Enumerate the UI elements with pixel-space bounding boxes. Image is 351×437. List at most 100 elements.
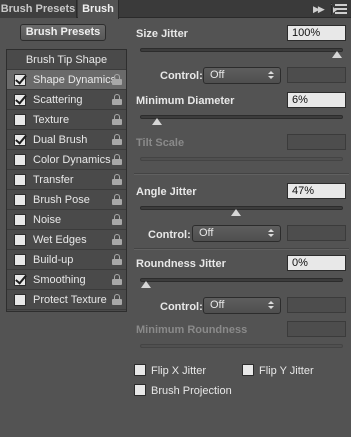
divider [134, 173, 349, 175]
list-item-scattering[interactable]: Scattering [7, 90, 126, 110]
list-item-transfer[interactable]: Transfer [7, 170, 126, 190]
transfer-checkbox[interactable] [14, 174, 26, 186]
list-item-build-up[interactable]: Build-up [7, 250, 126, 270]
list-item-shape-dynamics[interactable]: Shape Dynamics [7, 70, 126, 90]
panel-tab-bar: Brush Presets Brush ▶▶ [0, 0, 351, 19]
list-item-brush-tip-shape[interactable]: Brush Tip Shape [7, 50, 126, 70]
list-item-label: Protect Texture [33, 294, 107, 306]
list-item-label: Transfer [33, 174, 74, 186]
list-item-color-dynamics[interactable]: Color Dynamics [7, 150, 126, 170]
color-dynamics-checkbox[interactable] [14, 154, 26, 166]
angle-jitter-control-extra [287, 225, 346, 241]
minimum-diameter-field[interactable]: 6% [287, 92, 346, 108]
tab-brush-presets[interactable]: Brush Presets [0, 0, 77, 18]
roundness-jitter-control-label: Control: [160, 301, 203, 313]
texture-checkbox[interactable] [14, 114, 26, 126]
angle-jitter-control-select[interactable]: Off [192, 225, 281, 242]
dual-brush-checkbox[interactable] [14, 134, 26, 146]
list-item-label: Dual Brush [33, 134, 88, 146]
angle-jitter-control-label: Control: [148, 229, 191, 241]
angle-jitter-slider[interactable] [140, 206, 343, 216]
list-item-label: Scattering [33, 94, 83, 106]
minimum-diameter-label: Minimum Diameter [136, 95, 235, 107]
minimum-roundness-slider [140, 344, 343, 348]
brush-projection-checkbox[interactable] [134, 384, 146, 396]
flip-y-jitter-label[interactable]: Flip Y Jitter [259, 365, 314, 377]
panel-menu-icon[interactable] [333, 4, 347, 14]
noise-checkbox[interactable] [14, 214, 26, 226]
build-up-checkbox[interactable] [14, 254, 26, 266]
lock-icon[interactable] [112, 114, 122, 125]
lock-icon[interactable] [112, 194, 122, 205]
brush-projection-label[interactable]: Brush Projection [151, 385, 232, 397]
divider [134, 248, 349, 250]
lock-icon[interactable] [112, 74, 122, 85]
roundness-jitter-control-select[interactable]: Off [203, 297, 281, 314]
scattering-checkbox[interactable] [14, 94, 26, 106]
list-item-texture[interactable]: Texture [7, 110, 126, 130]
size-jitter-label: Size Jitter [136, 28, 188, 40]
panel-controls: ▶▶ [307, 0, 351, 18]
roundness-jitter-field[interactable]: 0% [287, 255, 346, 271]
size-jitter-control-label: Control: [160, 70, 203, 82]
minimum-roundness-label: Minimum Roundness [136, 324, 248, 336]
list-item-label: Wet Edges [33, 234, 87, 246]
tilt-scale-field [287, 134, 346, 150]
list-item-brush-pose[interactable]: Brush Pose [7, 190, 126, 210]
lock-icon[interactable] [112, 254, 122, 265]
up-down-arrows-icon [268, 229, 275, 238]
list-item-dual-brush[interactable]: Dual Brush [7, 130, 126, 150]
list-item-wet-edges[interactable]: Wet Edges [7, 230, 126, 250]
wet-edges-checkbox[interactable] [14, 234, 26, 246]
lock-icon[interactable] [112, 154, 122, 165]
size-jitter-control-select[interactable]: Off [203, 67, 281, 84]
lock-icon[interactable] [112, 214, 122, 225]
size-jitter-control-extra [287, 67, 346, 83]
lock-icon[interactable] [112, 274, 122, 285]
list-item-label: Color Dynamics [33, 154, 111, 166]
protect-texture-checkbox[interactable] [14, 294, 26, 306]
smoothing-checkbox[interactable] [14, 274, 26, 286]
brush-pose-checkbox[interactable] [14, 194, 26, 206]
tilt-scale-label: Tilt Scale [136, 137, 185, 149]
roundness-jitter-slider[interactable] [140, 278, 343, 288]
divider [331, 3, 332, 15]
slider-handle[interactable] [152, 118, 163, 125]
lock-icon[interactable] [112, 134, 122, 145]
angle-jitter-label: Angle Jitter [136, 186, 197, 198]
size-jitter-field[interactable]: 100% [287, 25, 346, 41]
flip-x-jitter-checkbox[interactable] [134, 364, 146, 376]
size-jitter-slider[interactable] [140, 48, 343, 58]
roundness-jitter-label: Roundness Jitter [136, 258, 226, 270]
lock-icon[interactable] [112, 94, 122, 105]
list-item-label: Texture [33, 114, 70, 126]
angle-jitter-field[interactable]: 47% [287, 183, 346, 199]
brush-presets-button[interactable]: Brush Presets [20, 24, 106, 41]
flip-y-jitter-checkbox[interactable] [242, 364, 254, 376]
lock-icon[interactable] [112, 294, 122, 305]
list-item-label: Shape Dynamics [33, 74, 117, 86]
brush-settings-list: Brush Tip Shape Shape Dynamics Scattering… [6, 49, 127, 312]
slider-handle[interactable] [230, 209, 241, 216]
list-item-label: Smoothing [33, 274, 86, 286]
list-item-protect-texture[interactable]: Protect Texture [7, 290, 126, 310]
list-item-label: Brush Pose [33, 194, 90, 206]
double-chevron-right-icon[interactable]: ▶▶ [313, 4, 327, 14]
slider-handle[interactable] [332, 51, 342, 58]
settings-pane: Size Jitter 100% Control: Off Minimum Di… [130, 20, 351, 437]
list-item-label: Noise [33, 214, 62, 226]
lock-icon[interactable] [112, 174, 122, 185]
list-item-label: Brush Tip Shape [25, 54, 108, 66]
lock-icon[interactable] [112, 234, 122, 245]
select-value: Off [199, 227, 214, 239]
flip-x-jitter-label[interactable]: Flip X Jitter [151, 365, 206, 377]
roundness-jitter-control-extra [287, 297, 346, 313]
minimum-diameter-slider[interactable] [140, 115, 343, 125]
shape-dynamics-checkbox[interactable] [14, 74, 26, 86]
select-value: Off [210, 299, 225, 311]
tab-brush[interactable]: Brush [78, 0, 119, 19]
slider-handle[interactable] [141, 281, 151, 288]
tilt-scale-slider [140, 157, 343, 161]
list-item-smoothing[interactable]: Smoothing [7, 270, 126, 290]
list-item-noise[interactable]: Noise [7, 210, 126, 230]
